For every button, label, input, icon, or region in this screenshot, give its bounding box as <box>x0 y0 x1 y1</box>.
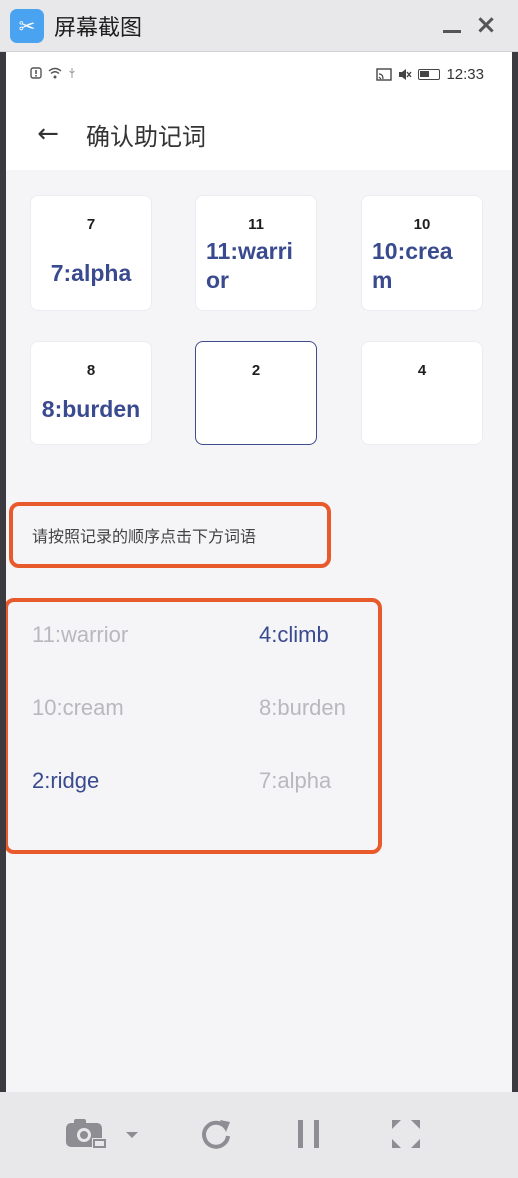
slot-3[interactable]: 10 10:cream <box>361 195 483 311</box>
page-title: 确认助记词 <box>86 122 206 151</box>
status-bar: 12:33 <box>6 52 512 98</box>
word-option[interactable]: 2:ridge <box>32 768 99 794</box>
slot-number: 10 <box>413 216 431 233</box>
slot-2[interactable]: 11 11:warrior <box>195 195 317 311</box>
slot-number: 8 <box>86 362 96 379</box>
slot-number: 11 <box>248 216 264 233</box>
scissors-icon: ✂ <box>10 8 44 43</box>
slot-word: 7:alpha <box>50 260 132 286</box>
usb-icon <box>68 68 75 78</box>
word-options-panel: 11:warrior 4:climb 10:cream 8:burden 2:r… <box>6 598 382 854</box>
word-option[interactable]: 4:climb <box>259 622 329 648</box>
phone-screen: 12:33 ← 确认助记词 7 7:alpha 11 11:warrior 10… <box>6 52 512 1092</box>
slot-1[interactable]: 7 7:alpha <box>30 195 152 311</box>
status-left-icons <box>30 67 76 82</box>
status-right-icons: 12:33 <box>376 66 484 83</box>
status-time: 12:33 <box>446 66 484 83</box>
bottom-toolbar <box>0 1092 518 1178</box>
slot-word: 8:burden <box>41 396 141 422</box>
close-icon[interactable]: × <box>470 8 502 42</box>
battery-icon <box>418 69 441 80</box>
slot-number: 2 <box>251 362 261 379</box>
app-bar: ← 确认助记词 <box>6 98 512 170</box>
pause-icon[interactable] <box>292 1114 328 1154</box>
back-arrow-icon[interactable]: ← <box>30 116 66 152</box>
notification-icon <box>30 67 42 79</box>
fullscreen-icon[interactable] <box>386 1114 426 1154</box>
hint-text: 请按照记录的顺序点击下方词语 <box>32 527 257 546</box>
cast-icon <box>376 68 393 81</box>
hint-box: 请按照记录的顺序点击下方词语 <box>9 502 331 568</box>
word-option[interactable]: 7:alpha <box>259 768 331 794</box>
minimize-icon[interactable] <box>436 8 468 42</box>
slot-4[interactable]: 8 8:burden <box>30 341 152 445</box>
window-titlebar: ✂ 屏幕截图 × <box>0 0 518 52</box>
mute-icon <box>399 69 412 80</box>
slot-number: 4 <box>417 362 427 379</box>
slot-6[interactable]: 4 <box>361 341 483 445</box>
wifi-icon <box>48 67 62 79</box>
word-option[interactable]: 8:burden <box>259 695 346 721</box>
word-option[interactable]: 10:cream <box>32 695 124 721</box>
refresh-icon[interactable] <box>196 1114 236 1154</box>
slot-word: 11:warrior <box>206 238 293 293</box>
word-option[interactable]: 11:warrior <box>32 622 128 648</box>
slot-word: 10:cream <box>372 238 453 293</box>
slot-5-active[interactable]: 2 <box>195 341 317 445</box>
window-title: 屏幕截图 <box>54 15 143 41</box>
slot-number: 7 <box>86 216 96 233</box>
camera-icon[interactable] <box>64 1114 146 1154</box>
